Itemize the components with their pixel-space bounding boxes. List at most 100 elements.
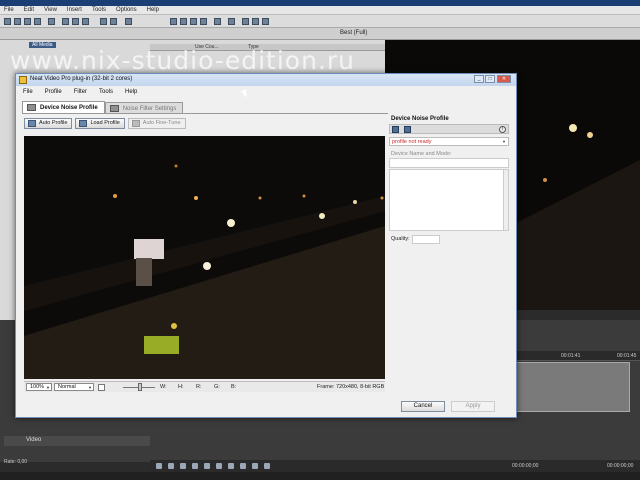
video-track-label: Video [26,437,42,443]
new-icon[interactable] [4,18,11,25]
load-profile-label: Load Profile [90,120,120,126]
go-to-end-icon[interactable] [240,463,246,469]
host-menu-insert[interactable]: Insert [67,6,82,14]
height-label: H: [178,384,184,390]
dialog-menu-bar: File Profile Filter Tools Help [16,87,516,97]
properties-icon[interactable] [34,18,41,25]
go-to-start-icon[interactable] [228,463,234,469]
profile-status: profile not ready [392,139,432,145]
chevron-down-icon: ▼ [88,385,92,390]
host-menu-help[interactable]: Help [147,6,159,14]
green-label: G: [214,384,220,390]
preview-quality-select[interactable]: Best (Full) [340,30,367,36]
red-label: R: [196,384,202,390]
folder-icon [79,120,88,127]
auto-fine-tune-label: Auto Fine-Tune [142,120,181,126]
paste-icon[interactable] [82,18,89,25]
minimize-icon[interactable]: _ [474,75,484,83]
next-frame-icon[interactable] [264,463,270,469]
profile-panel-title: Device Noise Profile [391,116,449,122]
stop-icon[interactable] [216,463,222,469]
quality-label: Quality: [391,236,410,242]
dialog-menu-filter[interactable]: Filter [74,87,87,97]
zoom-slider-thumb[interactable] [138,383,142,391]
zoom-select[interactable]: 100% ▼ [26,383,52,391]
zoom-tool-icon[interactable] [200,18,207,25]
redo-icon[interactable] [110,18,117,25]
zoom-icon[interactable] [125,18,132,25]
envelope-tool-icon[interactable] [180,18,187,25]
apply-button[interactable]: Apply [451,401,495,412]
device-name-field[interactable] [389,158,509,168]
snapping-icon[interactable] [214,18,221,25]
info-icon[interactable]: i [499,126,506,133]
ripple-edit-icon[interactable] [242,18,249,25]
copy-icon[interactable] [72,18,79,25]
auto-profile-button[interactable]: Auto Profile [24,118,73,129]
host-menu-options[interactable]: Options [116,6,137,14]
auto-profile-icon [28,120,36,127]
zoom-value: 100% [30,384,45,390]
fit-view-icon[interactable] [98,384,105,391]
save-profile-icon[interactable] [392,126,399,133]
auto-profile-label: Auto Profile [39,120,68,126]
profile-toolbar: Auto Profile Load Profile Auto Fine-Tune [24,118,186,130]
host-toolbar [0,15,640,28]
selection-tool-icon[interactable] [190,18,197,25]
dialog-menu-tools[interactable]: Tools [99,87,113,97]
view-mode-value: Normal [58,384,76,390]
host-preview-toolbar: Best (Full) [0,28,640,40]
view-mode-select[interactable]: Normal ▼ [54,383,94,391]
device-description-box[interactable] [389,169,509,231]
host-menu-file[interactable]: File [4,6,14,14]
description-scrollbar[interactable] [503,170,508,230]
profile-panel-toolbar: i [389,124,509,134]
previous-frame-icon[interactable] [252,463,258,469]
maximize-icon[interactable]: □ [485,75,495,83]
noisy-frame-viewer[interactable] [24,136,385,379]
selection-timecode: 00:00:00;00 [607,463,634,469]
render-icon[interactable] [48,18,55,25]
ruler-marker: 00:01:41 [561,353,581,359]
normal-edit-tool-icon[interactable] [170,18,177,25]
host-menu-bar: File Edit View Insert Tools Options Help [0,6,640,15]
dialog-menu-help[interactable]: Help [125,87,137,97]
dialog-menu-profile[interactable]: Profile [45,87,62,97]
cut-icon[interactable] [62,18,69,25]
dialog-title: Neat Video Pro plug-in (32-bit 2 cores) [30,76,133,82]
cursor-timecode: 00:00:00;00 [512,463,539,469]
play-from-start-icon[interactable] [180,463,186,469]
loop-icon[interactable] [168,463,174,469]
ignore-grouping-icon[interactable] [262,18,269,25]
auto-crossfade-icon[interactable] [228,18,235,25]
filter-icon [109,105,119,112]
transport-bar [150,460,640,472]
host-menu-edit[interactable]: Edit [24,6,34,14]
open-icon[interactable] [14,18,21,25]
undo-icon[interactable] [100,18,107,25]
close-icon[interactable]: ✕ [497,75,511,83]
dialog-menu-file[interactable]: File [23,87,33,97]
tab-device-noise-profile[interactable]: Device Noise Profile [22,101,105,113]
neat-video-dialog: Neat Video Pro plug-in (32-bit 2 cores) … [15,73,517,418]
profile-status-select[interactable]: profile not ready ▼ [389,137,509,146]
host-menu-view[interactable]: View [44,6,57,14]
play-icon[interactable] [192,463,198,469]
frame-info: Frame: 720x480, 8-bit RGB [317,384,385,390]
host-menu-tools[interactable]: Tools [92,6,106,14]
dialog-title-bar[interactable]: Neat Video Pro plug-in (32-bit 2 cores) … [16,74,516,86]
viewer-controls: 100% ▼ Normal ▼ W: H: R: G: B: Frame: 72… [24,381,385,392]
width-label: W: [160,384,167,390]
lock-envelopes-icon[interactable] [252,18,259,25]
auto-fine-tune-button[interactable]: Auto Fine-Tune [127,118,186,129]
load-profile-button[interactable]: Load Profile [75,118,125,129]
save-icon[interactable] [24,18,31,25]
night-street-frame [24,136,385,379]
cancel-button[interactable]: Cancel [401,401,445,412]
tab-label: Noise Filter Settings [122,106,177,112]
record-icon[interactable] [156,463,162,469]
camera-icon [27,104,36,111]
save-as-profile-icon[interactable] [404,126,411,133]
pause-icon[interactable] [204,463,210,469]
chevron-down-icon: ▼ [502,139,506,144]
